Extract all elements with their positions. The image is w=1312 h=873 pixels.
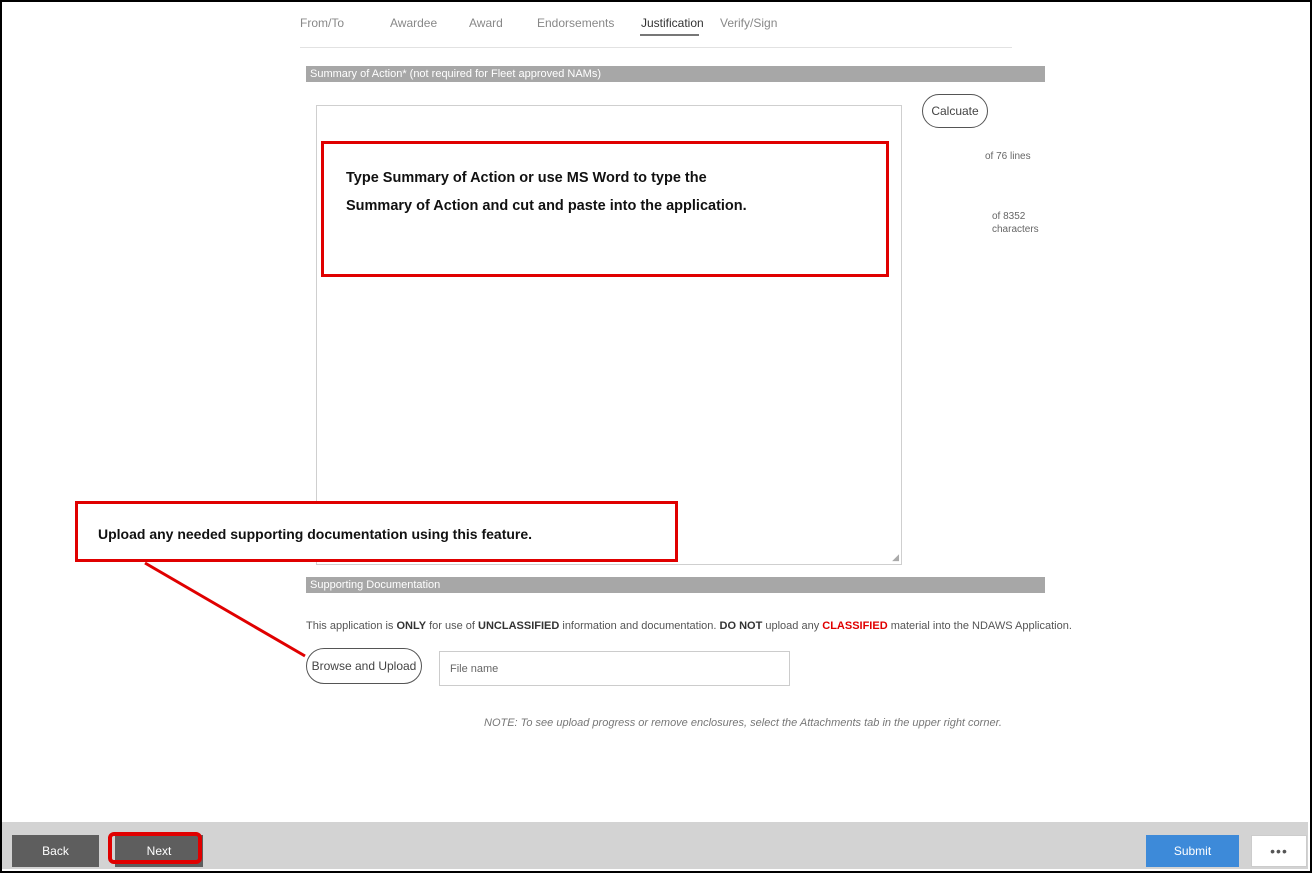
back-button[interactable]: Back bbox=[12, 835, 99, 867]
next-button[interactable]: Next bbox=[115, 835, 203, 867]
more-options-icon[interactable]: ••• bbox=[1251, 835, 1307, 867]
submit-button[interactable]: Submit bbox=[1146, 835, 1239, 867]
footer-bar: Back Next Submit ••• bbox=[2, 822, 1308, 869]
upload-instruction-callout: Upload any needed supporting documentati… bbox=[75, 501, 678, 562]
callout-pointer-line bbox=[144, 561, 306, 658]
